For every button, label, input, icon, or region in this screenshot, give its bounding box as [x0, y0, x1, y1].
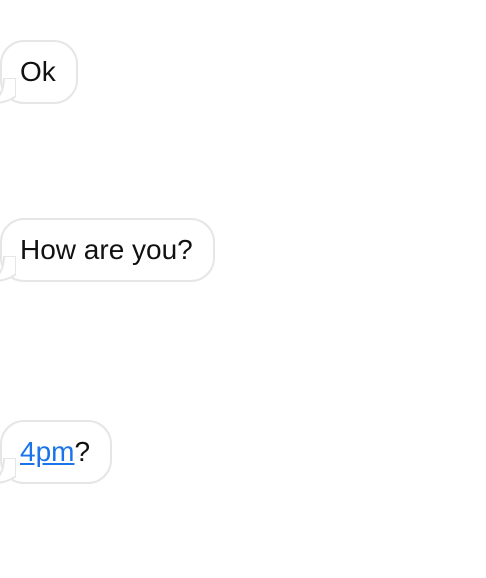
incoming-message[interactable]: Ok [0, 40, 78, 104]
message-bubble[interactable]: Ok [0, 40, 78, 104]
incoming-message[interactable]: 4pm? [0, 420, 113, 484]
message-text-suffix: ? [74, 436, 91, 467]
message-text: How are you? [20, 234, 193, 265]
bubble-tail-icon [0, 256, 16, 282]
message-bubble[interactable]: How are you? [0, 218, 215, 282]
bubble-tail-icon [0, 78, 16, 104]
bubble-tail-icon [0, 458, 16, 484]
incoming-message[interactable]: How are you? [0, 218, 215, 282]
message-bubble[interactable]: 4pm? [0, 420, 113, 484]
message-text: Ok [20, 56, 56, 87]
message-thread: Ok How are you? 4pm? [0, 0, 486, 578]
time-link[interactable]: 4pm [20, 436, 74, 467]
